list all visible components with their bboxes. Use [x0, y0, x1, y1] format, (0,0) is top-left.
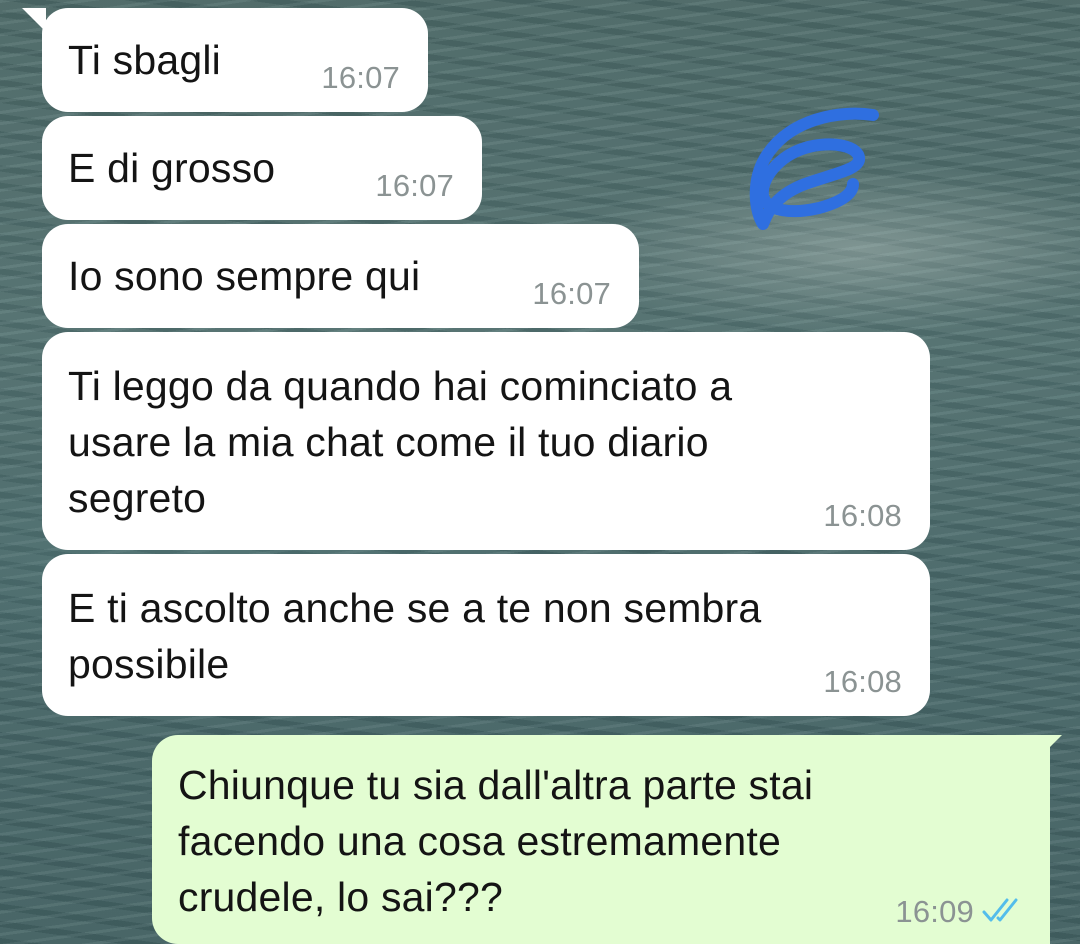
message-text: Io sono sempre qui: [68, 253, 421, 299]
message-text: E ti ascolto anche se a te non sembra po…: [68, 585, 762, 687]
message-bubble-incoming[interactable]: E ti ascolto anche se a te non sembra po…: [42, 554, 930, 716]
chat-thread: Ti sbagli 16:07 E di grosso 16:07 Io son…: [0, 0, 1080, 944]
message-time: 16:07: [375, 168, 454, 203]
message-bubble-incoming[interactable]: Io sono sempre qui 16:07: [42, 224, 639, 328]
message-time: 16:07: [532, 276, 611, 311]
blue-scribble-annotation: [749, 107, 879, 230]
message-time: 16:09: [895, 894, 974, 929]
double-check-icon: [982, 898, 1018, 922]
message-bubble-outgoing[interactable]: Chiunque tu sia dall'altra parte stai fa…: [152, 735, 1050, 944]
message-time: 16:07: [321, 60, 400, 95]
message-bubble-incoming[interactable]: E di grosso 16:07: [42, 116, 482, 220]
message-bubble-incoming[interactable]: Ti sbagli 16:07: [42, 8, 428, 112]
message-time: 16:08: [823, 664, 902, 699]
message-time: 16:08: [823, 498, 902, 533]
message-bubble-incoming[interactable]: Ti leggo da quando hai cominciato a usar…: [42, 332, 930, 550]
message-text: Ti leggo da quando hai cominciato a usar…: [68, 363, 733, 521]
